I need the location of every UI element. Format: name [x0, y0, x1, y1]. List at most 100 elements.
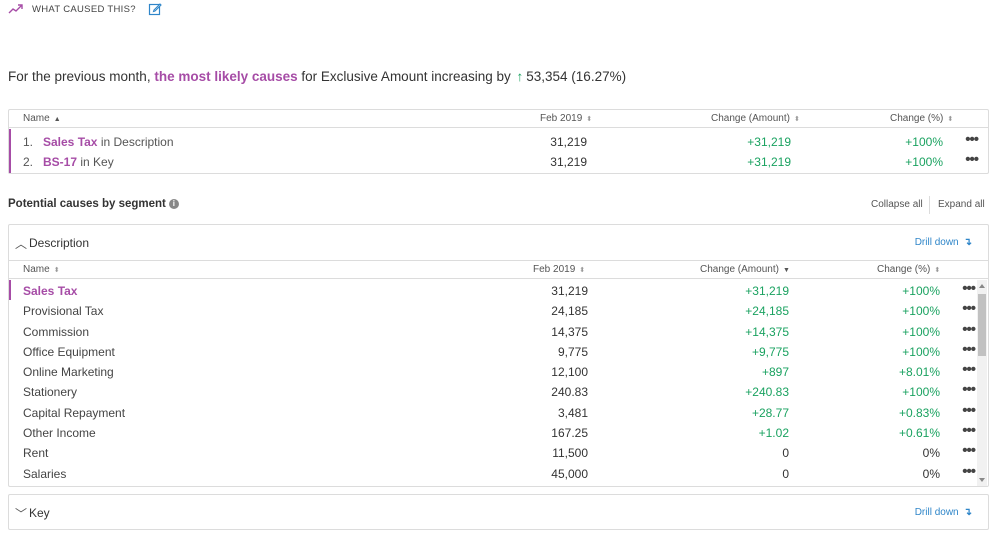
insight-header: WHAT CAUSED THIS?: [8, 0, 162, 18]
more-options-icon[interactable]: •••: [962, 381, 976, 398]
more-options-icon[interactable]: •••: [962, 442, 976, 459]
column-header-change-pct[interactable]: Change (%) ⬍: [890, 113, 953, 124]
cause-row[interactable]: 1. Sales Tax in Description 31,219 +31,2…: [9, 131, 988, 151]
sort-icon: ⬍: [586, 116, 593, 123]
table-row[interactable]: Provisional Tax 24,185 +24,185 +100% •••: [9, 300, 977, 320]
more-options-icon[interactable]: •••: [965, 131, 979, 148]
more-options-icon[interactable]: •••: [965, 151, 979, 168]
column-header-name[interactable]: Name ⬍: [23, 264, 60, 275]
insight-title: WHAT CAUSED THIS?: [32, 3, 136, 15]
sort-icon: ⬍: [579, 267, 586, 274]
summary-sentence: For the previous month, the most likely …: [8, 69, 626, 84]
more-options-icon[interactable]: •••: [962, 422, 976, 439]
more-options-icon[interactable]: •••: [962, 361, 976, 378]
row-name[interactable]: Capital Repayment: [23, 406, 125, 420]
row-pct: +100%: [902, 324, 940, 339]
row-pct: +100%: [902, 284, 940, 298]
sort-icon: ⬍: [947, 116, 954, 123]
cause-index: 2.: [23, 155, 34, 169]
table-header: Name ▲ Feb 2019 ⬍ Change (Amount) ⬍ Change …: [9, 110, 988, 128]
row-pct: 0%: [922, 466, 940, 481]
table-row[interactable]: Other Income 167.25 +1.02 +0.61% •••: [9, 422, 977, 442]
row-change: +240.83: [745, 385, 789, 400]
summary-value: 53,354 (16.27%): [526, 69, 627, 84]
more-options-icon[interactable]: •••: [962, 463, 976, 480]
row-name[interactable]: Other Income: [23, 426, 96, 440]
row-pct: +100%: [902, 344, 940, 359]
scrollbar[interactable]: [977, 280, 987, 486]
info-icon[interactable]: i: [168, 199, 179, 209]
row-name[interactable]: Commission: [23, 325, 89, 339]
row-name[interactable]: Office Equipment: [23, 345, 115, 359]
segment-panel-key[interactable]: ﹀ Key Drill down ↴: [8, 494, 989, 530]
more-options-icon[interactable]: •••: [962, 280, 976, 297]
more-options-icon[interactable]: •••: [962, 300, 976, 317]
cause-name[interactable]: Sales Tax in Description: [43, 135, 174, 149]
row-name[interactable]: Online Marketing: [23, 365, 114, 379]
row-feb: 167.25: [551, 426, 588, 441]
table-row[interactable]: Rent 11,500 0 0% •••: [9, 442, 977, 462]
row-name[interactable]: Provisional Tax: [23, 304, 103, 318]
table-row[interactable]: Office Equipment 9,775 +9,775 +100% •••: [9, 341, 977, 361]
chevron-up-icon[interactable]: ︿: [15, 235, 27, 252]
cause-feb: 31,219: [550, 135, 587, 149]
more-options-icon[interactable]: •••: [962, 341, 976, 358]
row-feb: 14,375: [551, 324, 588, 339]
table-row[interactable]: Salaries 45,000 0 0% •••: [9, 463, 977, 483]
table-row[interactable]: Stationery 240.83 +240.83 +100% •••: [9, 381, 977, 401]
cause-change: +31,219: [747, 135, 791, 149]
collapse-all-button[interactable]: Collapse all: [871, 199, 923, 210]
row-pct: +8.01%: [898, 365, 940, 380]
cause-pct: +100%: [905, 135, 943, 149]
cause-row[interactable]: 2. BS-17 in Key 31,219 +31,219 +100% •••: [9, 151, 988, 171]
summary-prefix: For the previous month,: [8, 69, 155, 84]
row-pct: +0.61%: [898, 426, 940, 441]
row-name[interactable]: Sales Tax: [23, 284, 77, 298]
edit-icon[interactable]: [148, 2, 162, 16]
row-change: +28.77: [751, 405, 789, 420]
row-feb: 3,481: [557, 405, 588, 420]
drill-down-icon: ↴: [963, 237, 972, 248]
row-name[interactable]: Salaries: [23, 467, 66, 481]
column-header-change-amount[interactable]: Change (Amount) ▼: [700, 264, 790, 275]
scroll-up-icon: [979, 284, 985, 288]
table-row[interactable]: Commission 14,375 +14,375 +100% •••: [9, 321, 977, 341]
row-change: +897: [761, 365, 789, 380]
more-options-icon[interactable]: •••: [962, 402, 976, 419]
segment-rows: Sales Tax 31,219 +31,219 +100% ••• Provisiona…: [9, 280, 977, 483]
table-header: Name ⬍ Feb 2019 ⬍ Change (Amount) ▼ Change …: [9, 261, 988, 279]
summary-middle: for Exclusive Amount increasing by: [297, 69, 515, 84]
row-change: +31,219: [745, 284, 789, 298]
table-row[interactable]: Capital Repayment 3,481 +28.77 +0.83% •••: [9, 402, 977, 422]
column-header-feb[interactable]: Feb 2019 ⬍: [540, 113, 592, 124]
column-header-name[interactable]: Name ▲: [23, 113, 61, 124]
scroll-down-icon: [979, 478, 985, 482]
sort-icon: ▼: [782, 267, 790, 274]
drill-down-button[interactable]: Drill down ↴: [915, 237, 972, 248]
row-pct: +100%: [902, 385, 940, 400]
cause-name[interactable]: BS-17 in Key: [43, 155, 114, 169]
table-row[interactable]: Sales Tax 31,219 +31,219 +100% •••: [9, 280, 977, 301]
scroll-thumb: [978, 294, 986, 356]
row-pct: +100%: [902, 304, 940, 319]
divider: [929, 196, 930, 214]
row-name[interactable]: Stationery: [23, 385, 77, 399]
row-change: 0: [782, 466, 789, 481]
row-name[interactable]: Rent: [23, 446, 48, 460]
column-header-change-pct[interactable]: Change (%) ⬍: [877, 264, 940, 275]
panel-header[interactable]: ︿ Description Drill down ↴: [9, 225, 988, 261]
section-title: Potential causes by segment i: [8, 198, 179, 210]
chevron-down-icon[interactable]: ﹀: [15, 505, 27, 522]
row-feb: 24,185: [551, 304, 588, 319]
cause-index: 1.: [23, 135, 34, 149]
table-row[interactable]: Online Marketing 12,100 +897 +8.01% •••: [9, 361, 977, 381]
row-feb: 9,775: [557, 344, 588, 359]
likely-causes-table: Name ▲ Feb 2019 ⬍ Change (Amount) ⬍ Change …: [8, 109, 989, 174]
column-header-feb[interactable]: Feb 2019 ⬍: [533, 264, 585, 275]
more-options-icon[interactable]: •••: [962, 321, 976, 338]
column-header-change-amount[interactable]: Change (Amount) ⬍: [711, 113, 800, 124]
drill-down-button[interactable]: Drill down ↴: [915, 507, 972, 518]
row-pct: +0.83%: [898, 405, 940, 420]
expand-all-button[interactable]: Expand all: [938, 199, 985, 210]
row-change: +1.02: [758, 426, 789, 441]
